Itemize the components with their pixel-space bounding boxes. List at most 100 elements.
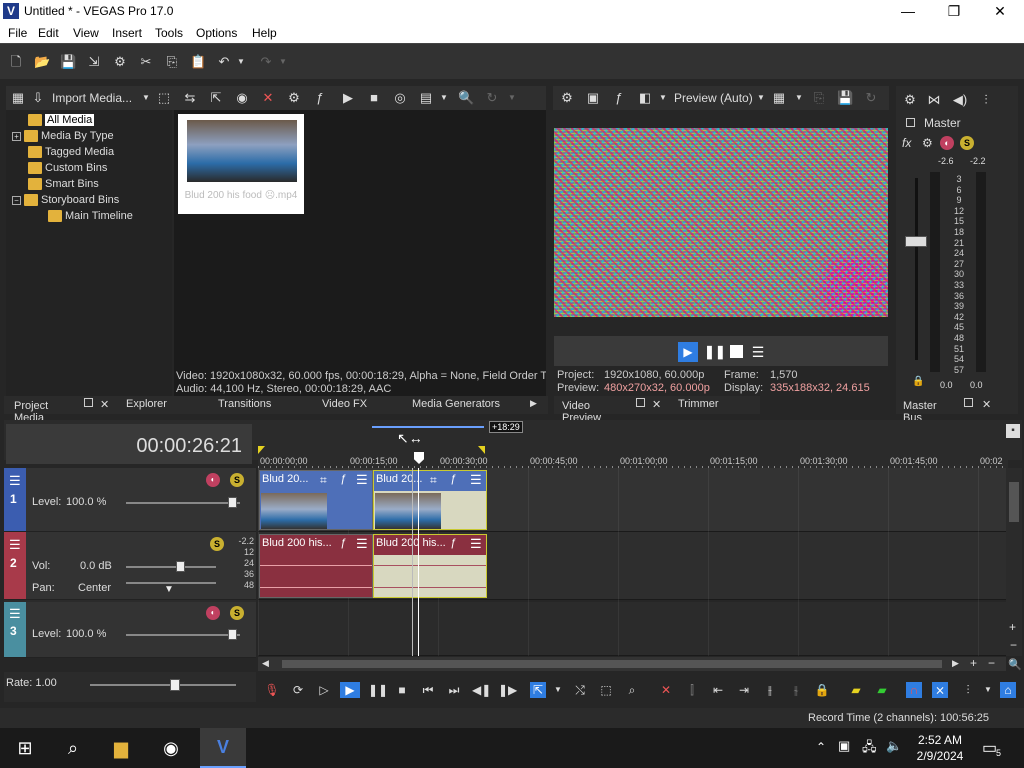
- loop-end-marker[interactable]: [478, 446, 485, 454]
- tree-item-all-media[interactable]: All Media: [28, 114, 95, 130]
- vol-slider-knob[interactable]: [176, 561, 185, 572]
- audio-clip-1[interactable]: Blud 200 his... ƒ ☰: [259, 534, 373, 598]
- scroll-left-icon[interactable]: ◀: [262, 658, 269, 669]
- import-dropdown-icon[interactable]: ▼: [138, 90, 154, 106]
- mute-icon[interactable]: ◐: [206, 473, 220, 487]
- vertical-scrollbar[interactable]: + −: [1006, 468, 1022, 656]
- video-clip-2[interactable]: Blud 20... ⌗ ƒ ☰: [373, 470, 487, 530]
- search-icon[interactable]: ⌕: [58, 734, 88, 762]
- tab-explorer[interactable]: Explorer: [126, 398, 167, 410]
- edit-tool-dropdown-icon[interactable]: ▼: [550, 682, 566, 698]
- go-to-end-icon[interactable]: ⏭: [446, 682, 462, 698]
- mixer-icon[interactable]: ⫶: [978, 92, 994, 108]
- preview-quality-dropdown[interactable]: Preview (Auto): [674, 91, 753, 105]
- preview-settings-icon[interactable]: ⚙: [559, 90, 575, 106]
- scroll-right-icon[interactable]: ▶: [952, 658, 959, 669]
- views-dropdown-icon[interactable]: ▼: [436, 90, 452, 106]
- save-icon[interactable]: 💾: [60, 54, 76, 70]
- tree-item-custom-bins[interactable]: Custom Bins: [28, 162, 107, 178]
- clip-menu-icon[interactable]: ☰: [356, 536, 368, 552]
- track-menu-icon[interactable]: ☰: [9, 473, 21, 489]
- render-icon[interactable]: ⇲: [86, 54, 102, 70]
- video-fx-icon[interactable]: ƒ: [611, 90, 627, 106]
- clock[interactable]: 2:52 AM 2/9/2024: [914, 732, 966, 764]
- record-icon[interactable]: 🎙: [264, 682, 280, 698]
- master-settings-icon[interactable]: ⚙: [902, 92, 918, 108]
- media-thumbnail[interactable]: Blud 200 his food ☹.mp4: [178, 114, 304, 214]
- master-fader-knob[interactable]: [905, 236, 927, 247]
- vscroll-thumb[interactable]: [1009, 482, 1019, 522]
- import-media-icon[interactable]: ⇩: [30, 90, 46, 106]
- master-gear-icon[interactable]: ⚙: [922, 136, 933, 150]
- next-frame-icon[interactable]: ❚▶: [498, 682, 517, 698]
- close-tab-icon[interactable]: ✕: [100, 398, 109, 411]
- track-header-2[interactable]: ☰ 2 S Vol: 0.0 dB Pan: Center ▼ -2.2 12 24…: [4, 532, 256, 600]
- clip-menu-icon[interactable]: ☰: [356, 472, 368, 488]
- save-snapshot-icon[interactable]: 💾: [837, 90, 853, 106]
- zoom-in-icon[interactable]: +: [970, 656, 977, 670]
- menu-file[interactable]: File: [8, 26, 27, 40]
- refresh-dropdown-icon[interactable]: ▼: [504, 90, 520, 106]
- tab-transitions[interactable]: Transitions: [218, 398, 271, 410]
- menu-view[interactable]: View: [73, 26, 99, 40]
- solo-icon[interactable]: S: [960, 136, 974, 150]
- envelope-tool-icon[interactable]: ⤭: [572, 682, 588, 698]
- sync-icon[interactable]: ↻: [863, 90, 879, 106]
- track-header-1[interactable]: ☰ 1 ◐ S Level: 100.0 %: [4, 468, 256, 532]
- tab-scroll-right-icon[interactable]: ▶: [530, 398, 537, 409]
- audio-clip-2[interactable]: Blud 200 his... ƒ ☰: [373, 534, 487, 598]
- undo-icon[interactable]: ↶: [216, 54, 232, 70]
- preview-play-icon[interactable]: ▶: [340, 90, 356, 106]
- chrome-icon[interactable]: ◉: [156, 734, 186, 762]
- tab-trimmer[interactable]: Trimmer: [678, 398, 719, 410]
- get-media-icon[interactable]: ⇆: [182, 90, 198, 106]
- horizontal-scrollbar[interactable]: ◀ ▶ + −: [258, 656, 1006, 671]
- trim-start-icon[interactable]: ⇤: [710, 682, 726, 698]
- zoom-in-vertical-icon[interactable]: +: [1009, 620, 1016, 634]
- undock-icon[interactable]: [84, 398, 93, 407]
- playhead-marker[interactable]: [414, 452, 424, 464]
- tree-item-smart-bins[interactable]: Smart Bins: [28, 178, 99, 194]
- auto-crossfade-icon[interactable]: ⨯: [932, 682, 948, 698]
- crop-icon[interactable]: ⌗: [430, 473, 437, 488]
- loop-region-bar[interactable]: [372, 426, 484, 428]
- ripple-dropdown-icon[interactable]: ▼: [980, 682, 996, 698]
- master-fx-icon[interactable]: fx: [902, 136, 911, 150]
- redo-icon[interactable]: ↷: [258, 54, 274, 70]
- quality-dropdown-icon[interactable]: ▼: [753, 90, 769, 106]
- lock-icon[interactable]: 🔒: [912, 376, 924, 387]
- copy-snapshot-icon[interactable]: ⎘: [811, 90, 827, 106]
- settings-icon[interactable]: ⚙: [112, 54, 128, 70]
- level-slider-knob[interactable]: [228, 629, 237, 640]
- clip-fx-icon[interactable]: ƒ: [450, 473, 456, 485]
- preview-stop-button[interactable]: [730, 345, 743, 358]
- close-tab-icon[interactable]: ✕: [652, 398, 661, 411]
- pan-knob-icon[interactable]: ▼: [164, 584, 174, 595]
- file-explorer-icon[interactable]: ▆: [106, 734, 136, 762]
- delete-icon[interactable]: ✕: [260, 90, 276, 106]
- search-icon[interactable]: 🔍: [458, 90, 474, 106]
- region-icon[interactable]: ▰: [874, 682, 890, 698]
- properties-icon[interactable]: ⚙: [286, 90, 302, 106]
- marker-bar-icon[interactable]: ▪: [1006, 424, 1020, 438]
- split-disabled-icon[interactable]: ⫳: [788, 682, 804, 698]
- media-view-icon[interactable]: ▦: [10, 90, 26, 106]
- trim-end-icon[interactable]: ⇥: [736, 682, 752, 698]
- snapping-icon[interactable]: ∩: [906, 682, 922, 698]
- level-slider[interactable]: [126, 502, 240, 504]
- stop-button[interactable]: ■: [394, 682, 410, 698]
- clip-menu-icon[interactable]: ☰: [470, 536, 482, 552]
- pause-button[interactable]: ❚❚: [368, 682, 388, 698]
- preview-pause-button[interactable]: ❚❚: [704, 342, 726, 362]
- zoom-tool-icon[interactable]: ⌕: [624, 682, 640, 698]
- level-slider-knob[interactable]: [228, 497, 237, 508]
- tab-media-generators[interactable]: Media Generators: [412, 398, 500, 410]
- tree-item-tagged-media[interactable]: Tagged Media: [28, 146, 114, 162]
- vol-slider[interactable]: [126, 566, 216, 568]
- network-icon[interactable]: ▣: [838, 738, 850, 754]
- hscroll-thumb[interactable]: [282, 660, 942, 668]
- zoom-out-icon[interactable]: −: [988, 656, 995, 670]
- refresh-icon[interactable]: ↻: [484, 90, 500, 106]
- tree-item-storyboard-bins[interactable]: − Storyboard Bins: [12, 194, 119, 210]
- device-icon[interactable]: ▣: [585, 90, 601, 106]
